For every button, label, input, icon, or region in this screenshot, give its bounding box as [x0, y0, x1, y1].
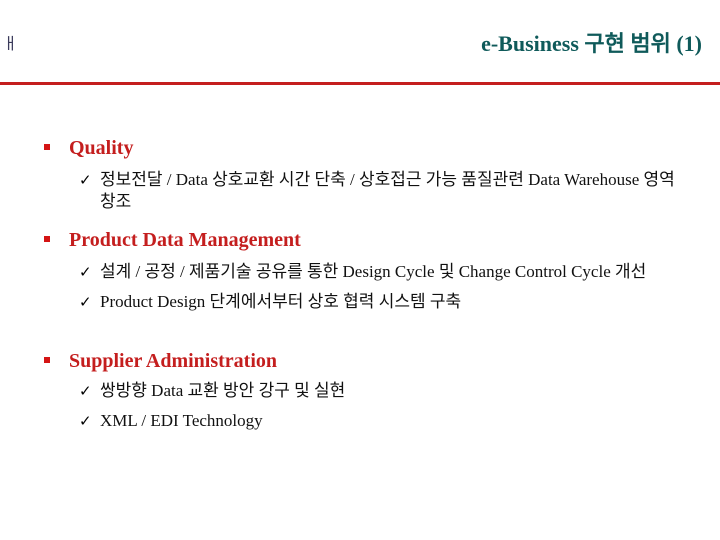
list-item-text: 설계 / 공정 / 제품기술 공유를 통한 Design Cycle 및 Cha… [100, 262, 647, 281]
checkmark-icon: ✓ [79, 382, 92, 400]
section-heading-text: Supplier Administration [69, 350, 278, 372]
header-divider [0, 82, 720, 85]
section-quality: Quality ✓ 정보전달 / Data 상호교환 시간 단축 / 상호접근 … [42, 136, 685, 213]
section-heading-text: Quality [69, 137, 134, 159]
checkmark-icon: ✓ [79, 171, 92, 189]
square-bullet-icon [44, 236, 50, 242]
corner-glyph: ㅐ [3, 34, 18, 53]
list-item: ✓ 설계 / 공정 / 제품기술 공유를 통한 Design Cycle 및 C… [42, 261, 685, 283]
square-bullet-icon [44, 357, 50, 363]
checkmark-icon: ✓ [79, 263, 92, 281]
list-item-text: XML / EDI Technology [100, 411, 263, 430]
section-heading: Supplier Administration [42, 349, 685, 373]
checkmark-icon: ✓ [79, 412, 92, 430]
list-item: ✓ XML / EDI Technology [42, 410, 685, 432]
list-item: ✓ Product Design 단계에서부터 상호 협력 시스템 구축 [42, 291, 685, 313]
list-item-text: Product Design 단계에서부터 상호 협력 시스템 구축 [100, 292, 462, 311]
list-item: ✓ 정보전달 / Data 상호교환 시간 단축 / 상호접근 가능 품질관련 … [42, 169, 685, 213]
page-title: e-Business 구현 범위 (1) [481, 31, 702, 56]
list-item-text: 쌍방향 Data 교환 방안 강구 및 실현 [100, 381, 346, 400]
list-item-text: 정보전달 / Data 상호교환 시간 단축 / 상호접근 가능 품질관련 Da… [100, 170, 675, 211]
square-bullet-icon [44, 144, 50, 150]
list-item: ✓ 쌍방향 Data 교환 방안 강구 및 실현 [42, 380, 685, 402]
section-heading-text: Product Data Management [69, 229, 301, 251]
section-heading: Product Data Management [42, 228, 685, 252]
section-product-data-management: Product Data Management ✓ 설계 / 공정 / 제품기술… [42, 228, 685, 313]
checkmark-icon: ✓ [79, 293, 92, 311]
section-supplier-administration: Supplier Administration ✓ 쌍방향 Data 교환 방안… [42, 349, 685, 432]
section-heading: Quality [42, 136, 685, 160]
